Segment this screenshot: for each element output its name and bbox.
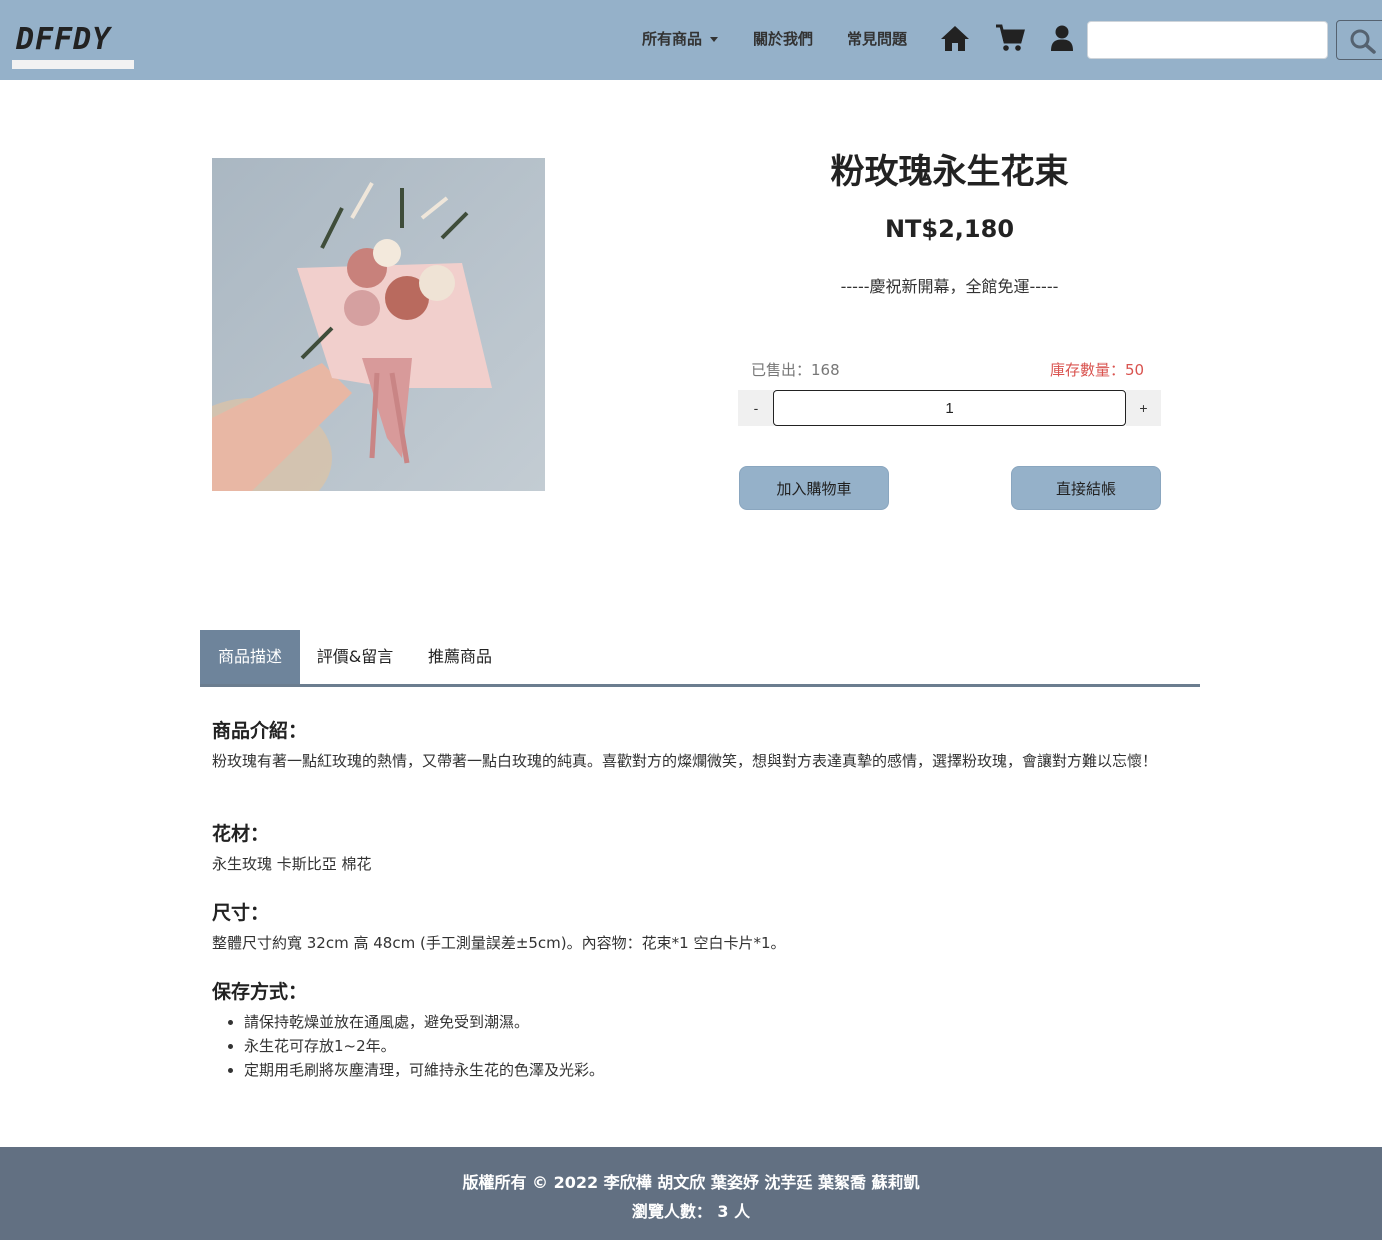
search-icon [1350, 29, 1376, 54]
materials-heading: 花材： [212, 823, 270, 845]
care-list-item: 永生花可存放1~2年。 [244, 1034, 604, 1058]
materials-text: 永生玫瑰 卡斯比亞 棉花 [212, 855, 372, 873]
care-list: 請保持乾燥並放在通風處，避免受到潮濕。 永生花可存放1~2年。 定期用毛刷將灰塵… [244, 1010, 604, 1082]
quantity-decrement-button[interactable]: - [738, 390, 774, 426]
tab-recommended[interactable]: 推薦商品 [414, 630, 506, 684]
care-list-item: 請保持乾燥並放在通風處，避免受到潮濕。 [244, 1010, 604, 1034]
brand-logo[interactable]: DFFDY [12, 22, 134, 70]
nav-all-products-dropdown[interactable]: 所有商品 [642, 28, 719, 49]
footer-visitor-count: 瀏覽人數： 3 人 [631, 1202, 751, 1221]
cart-icon[interactable] [995, 24, 1027, 54]
size-heading: 尺寸： [212, 902, 270, 924]
tab-description[interactable]: 商品描述 [200, 630, 300, 684]
chevron-down-icon [710, 37, 719, 42]
nav-faq-link[interactable]: 常見問題 [847, 28, 907, 49]
stock-count: 庫存數量：50 [1050, 361, 1145, 379]
checkout-button[interactable]: 直接結帳 [1011, 466, 1161, 510]
sold-count: 已售出：168 [751, 361, 840, 379]
product-price: NT$2,180 [884, 215, 1015, 243]
footer: 版權所有 © 2022 李欣樺 胡文欣 葉姿妤 沈芋廷 葉絮喬 蘇莉凱 瀏覽人數… [0, 1147, 1382, 1240]
user-icon[interactable] [1048, 24, 1080, 54]
home-icon[interactable] [940, 24, 972, 54]
size-text: 整體尺寸約寬 32cm 高 48cm (手工測量誤差±5cm)。內容物：花束*1… [212, 934, 786, 952]
promo-banner: -----慶祝新開幕，全館免運----- [840, 277, 1059, 296]
intro-heading: 商品介紹： [212, 720, 308, 742]
footer-copyright: 版權所有 © 2022 李欣樺 胡文欣 葉姿妤 沈芋廷 葉絮喬 蘇莉凱 [462, 1173, 920, 1192]
tab-reviews[interactable]: 評價&留言 [304, 630, 406, 684]
logo-text: DFFDY [16, 22, 112, 57]
navbar: DFFDY 所有商品 關於我們 常見問題 [0, 0, 1382, 80]
care-list-item: 定期用毛刷將灰塵清理，可維持永生花的色澤及光彩。 [244, 1058, 604, 1082]
search-input[interactable] [1087, 21, 1328, 59]
intro-text: 粉玫瑰有著一點紅玫瑰的熱情，又帶著一點白玫瑰的純真。喜歡對方的燦爛微笑，想與對方… [212, 752, 1158, 770]
quantity-input[interactable] [773, 390, 1126, 426]
add-to-cart-button[interactable]: 加入購物車 [739, 466, 889, 510]
logo-underline [12, 60, 134, 69]
product-title: 粉玫瑰永生花束 [830, 152, 1069, 192]
nav-about-link[interactable]: 關於我們 [753, 28, 813, 49]
nav-all-products-label: 所有商品 [642, 30, 703, 48]
search-button[interactable] [1336, 20, 1382, 60]
product-image [212, 158, 545, 491]
care-heading: 保存方式： [212, 981, 308, 1003]
quantity-increment-button[interactable]: + [1126, 390, 1161, 426]
product-tabs: 商品描述 評價&留言 推薦商品 [200, 630, 1200, 687]
